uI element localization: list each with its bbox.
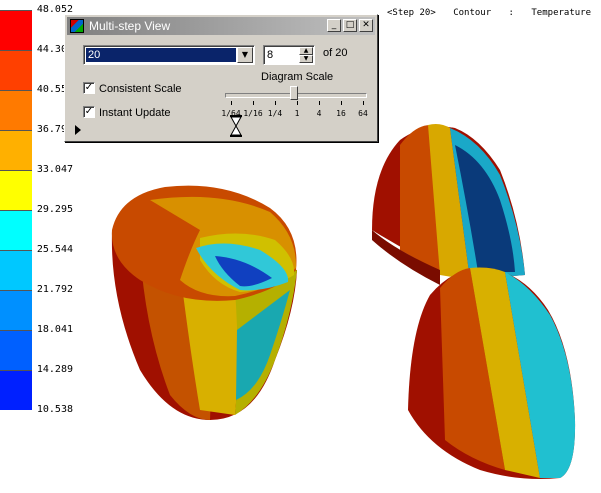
legend-value: 18.041 xyxy=(36,324,73,335)
slider-tick xyxy=(341,101,342,105)
legend-value: 33.047 xyxy=(36,164,73,175)
slider-tick xyxy=(363,101,364,105)
result-quantity: Temperature xyxy=(531,8,591,18)
hourglass-icon xyxy=(230,115,242,137)
legend-swatch xyxy=(0,210,32,250)
display-mode: Contour xyxy=(453,8,492,18)
slider-tick-label: 1/16 xyxy=(243,109,263,118)
slider-tick-label: 1/4 xyxy=(267,109,283,118)
step-indicator: <Step 20> xyxy=(386,8,436,18)
chevron-down-icon[interactable]: ▼ xyxy=(237,47,253,63)
slider-tick-label: 4 xyxy=(316,109,322,118)
expand-arrow-icon[interactable] xyxy=(75,125,81,135)
cut-part-right-upper xyxy=(372,124,525,285)
instant-update-label: Instant Update xyxy=(99,107,171,119)
consistent-scale-checkbox[interactable]: ✓ xyxy=(83,82,95,94)
legend-swatch xyxy=(0,290,32,330)
legend-value: 10.538 xyxy=(36,404,73,415)
spin-down-button[interactable]: ▼ xyxy=(299,55,313,63)
status-header: <Step 20> Contour : Temperature xyxy=(375,8,591,18)
legend-swatch xyxy=(0,10,32,50)
slider-tick xyxy=(253,101,254,105)
instant-update-checkbox[interactable]: ✓ xyxy=(83,106,95,118)
slider-tick xyxy=(319,101,320,105)
legend-swatch xyxy=(0,370,32,410)
cut-part-right-lower xyxy=(408,267,576,479)
legend-swatch xyxy=(0,90,32,130)
legend-value: 21.792 xyxy=(36,284,73,295)
slider-tick xyxy=(231,101,232,105)
dialog-titlebar[interactable]: Multi-step View _ □ ✕ xyxy=(67,17,375,35)
legend-swatch xyxy=(0,170,32,210)
legend-swatch xyxy=(0,50,32,90)
close-button[interactable]: ✕ xyxy=(359,19,373,32)
step-spin-value: 8 xyxy=(267,49,274,61)
slider-tick-label: 1 xyxy=(294,109,300,118)
legend-value: 14.289 xyxy=(36,364,73,375)
slider-tick xyxy=(275,101,276,105)
consistent-scale-label: Consistent Scale xyxy=(99,83,182,95)
dialog-title: Multi-step View xyxy=(89,19,171,33)
legend-swatch xyxy=(0,250,32,290)
minimize-button[interactable]: _ xyxy=(327,19,341,32)
legend-swatch xyxy=(0,130,32,170)
slider-tick-label: 16 xyxy=(336,109,346,118)
legend-value: 25.544 xyxy=(36,244,73,255)
step-select-value: 20 xyxy=(86,48,236,62)
slider-tick-label: 64 xyxy=(358,109,368,118)
multi-step-view-dialog: Multi-step View _ □ ✕ 20 ▼ 8 ▲ ▼ of 20 ✓… xyxy=(64,14,378,142)
legend-swatch xyxy=(0,330,32,370)
cut-part-left xyxy=(111,185,297,420)
diagram-scale-label: Diagram Scale xyxy=(261,71,334,83)
step-spin-input[interactable]: 8 ▲ ▼ xyxy=(263,45,315,65)
slider-thumb[interactable] xyxy=(290,86,298,100)
spin-up-button[interactable]: ▲ xyxy=(299,47,313,55)
header-separator: : xyxy=(508,8,514,18)
step-total-label: of 20 xyxy=(323,47,348,59)
slider-tick-label: 1/64 xyxy=(221,109,241,118)
legend-value: 29.295 xyxy=(36,204,73,215)
slider-tick xyxy=(297,101,298,105)
app-icon xyxy=(70,19,84,33)
step-select[interactable]: 20 ▼ xyxy=(83,45,255,65)
maximize-button[interactable]: □ xyxy=(343,19,357,32)
